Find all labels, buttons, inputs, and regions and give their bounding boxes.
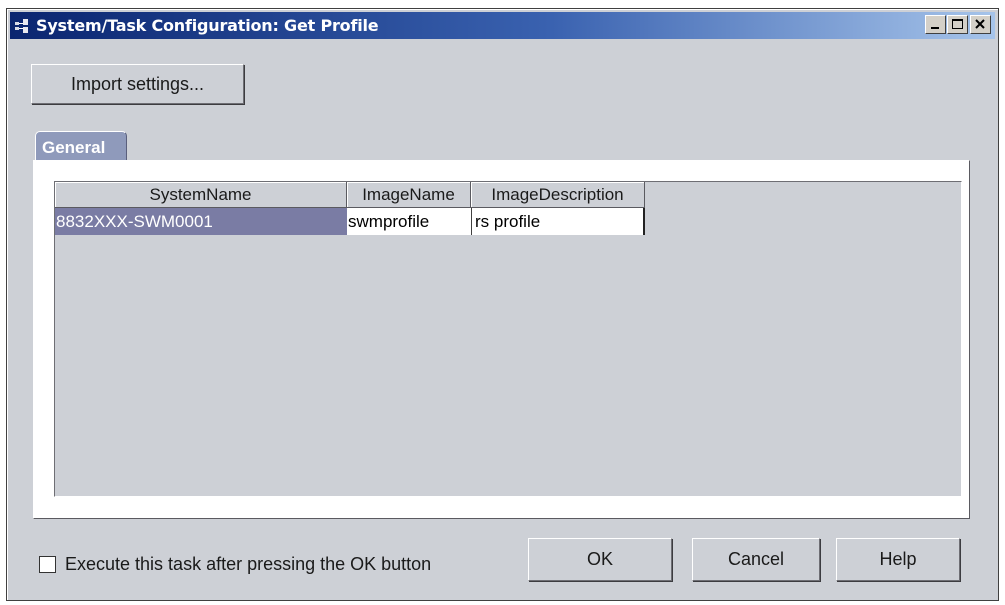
help-button-label: Help bbox=[879, 549, 917, 569]
import-settings-button[interactable]: Import settings... bbox=[31, 64, 244, 104]
ok-button-label: OK bbox=[586, 549, 613, 569]
dialog-window: System/Task Configuration: Get Profile I… bbox=[6, 8, 999, 601]
column-header-imagedescription[interactable]: ImageDescription bbox=[471, 182, 645, 208]
general-tab-panel: SystemName ImageName ImageDescription 88… bbox=[33, 160, 970, 519]
close-button[interactable] bbox=[970, 15, 991, 34]
window-title: System/Task Configuration: Get Profile bbox=[36, 16, 379, 35]
cell-systemname[interactable]: 8832XXX-SWM0001 bbox=[55, 208, 347, 235]
column-header-systemname[interactable]: SystemName bbox=[55, 182, 347, 208]
close-icon bbox=[975, 19, 985, 29]
maximize-icon bbox=[952, 19, 963, 29]
tab-general[interactable]: General bbox=[35, 131, 127, 161]
column-header-imagename[interactable]: ImageName bbox=[347, 182, 471, 208]
title-bar[interactable]: System/Task Configuration: Get Profile bbox=[10, 12, 995, 39]
execute-after-ok-label: Execute this task after pressing the OK … bbox=[65, 554, 432, 574]
tab-general-label: General bbox=[42, 138, 106, 157]
cancel-button[interactable]: Cancel bbox=[692, 538, 820, 581]
profile-table[interactable]: SystemName ImageName ImageDescription 88… bbox=[54, 181, 962, 497]
ok-button[interactable]: OK bbox=[528, 538, 672, 581]
cell-imagename[interactable]: swmprofile bbox=[347, 208, 471, 235]
cell-imagedescription[interactable]: rs profile bbox=[471, 208, 645, 235]
minimize-button[interactable] bbox=[925, 15, 946, 34]
execute-after-ok-checkbox[interactable] bbox=[39, 556, 56, 573]
cancel-button-label: Cancel bbox=[727, 549, 785, 569]
help-button[interactable]: Help bbox=[836, 538, 960, 581]
app-icon bbox=[15, 19, 28, 33]
maximize-button[interactable] bbox=[947, 15, 968, 34]
import-settings-label: Import settings... bbox=[70, 73, 205, 94]
minimize-icon bbox=[931, 27, 939, 29]
